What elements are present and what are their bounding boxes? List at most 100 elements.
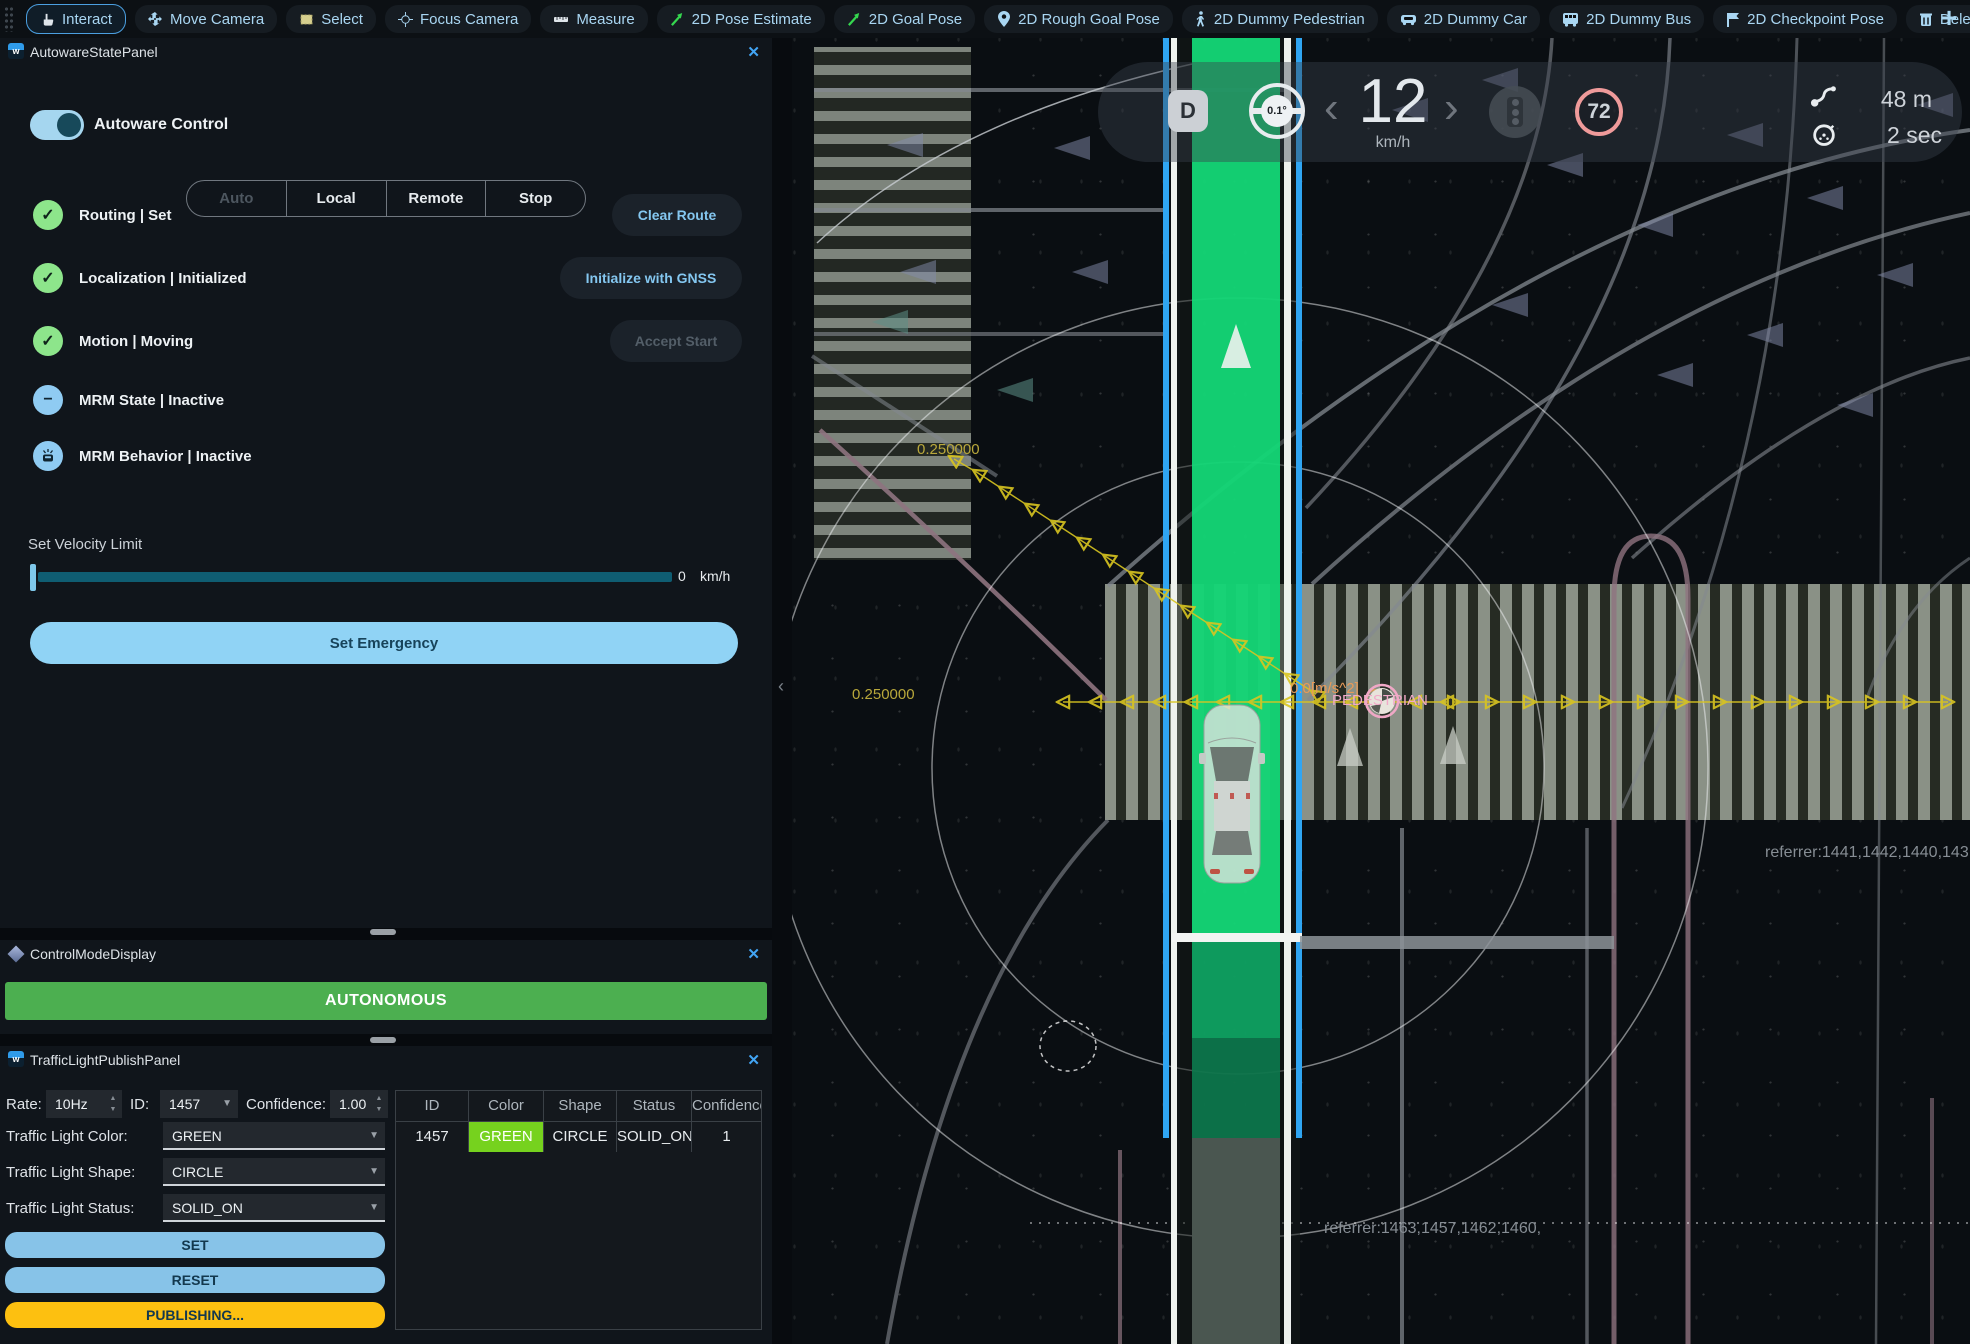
accept-start-button[interactable]: Accept Start: [610, 320, 742, 362]
tool-interact[interactable]: Interact: [26, 4, 126, 34]
id-combobox[interactable]: 1457▼: [160, 1090, 238, 1118]
mode-stop[interactable]: Stop: [485, 181, 585, 216]
autoware-control-toggle[interactable]: [30, 110, 84, 140]
dashed-marker-ellipse: [1040, 1021, 1096, 1071]
speed-limit-sign: 72: [1575, 88, 1623, 136]
rate-spinbox[interactable]: 10Hz▲▼: [46, 1090, 122, 1118]
operation-mode-group: Auto Local Remote Stop: [186, 180, 586, 217]
table-row[interactable]: 1457 GREEN CIRCLE SOLID_ON 1: [396, 1122, 761, 1152]
tool-label: 2D Dummy Pedestrian: [1214, 11, 1365, 28]
referrer-label: referrer:1441,1442,1440,143: [1765, 844, 1969, 862]
spin-arrows-icon[interactable]: ▲▼: [373, 1093, 385, 1115]
pose-arrow-icon: [847, 12, 862, 27]
collapse-panel-icon[interactable]: ‹: [778, 676, 784, 697]
initialize-with-gnss-button[interactable]: Initialize with GNSS: [560, 257, 742, 299]
tool-2d-rough-goal-pose[interactable]: 2D Rough Goal Pose: [984, 5, 1173, 33]
tool-2d-dummy-car[interactable]: 2D Dummy Car: [1387, 5, 1540, 33]
object-class-label: PEDESTRIAN: [1332, 692, 1428, 709]
traffic-status-label: Traffic Light Status:: [6, 1200, 134, 1217]
traffic-color-dropdown[interactable]: GREEN▼: [163, 1122, 385, 1150]
check-icon: ✓: [33, 263, 63, 293]
add-tool-button[interactable]: +: [1934, 2, 1964, 34]
panel-header: w TrafficLightPublishPanel ✕: [0, 1046, 772, 1074]
chevron-right-icon: ›: [1444, 86, 1459, 130]
table-header-row: ID Color Shape Status Confidence: [396, 1091, 761, 1122]
spin-arrows-icon[interactable]: ▲▼: [107, 1093, 119, 1115]
status-motion: ✓ Motion | Moving: [33, 326, 193, 356]
steering-angle: 0.1°: [1261, 95, 1293, 127]
status-mrm-state: − MRM State | Inactive: [33, 385, 224, 415]
toolbar-grip[interactable]: [4, 6, 14, 32]
confidence-label: Confidence:: [246, 1096, 326, 1113]
mode-auto[interactable]: Auto: [187, 181, 286, 216]
rate-label: Rate:: [6, 1096, 42, 1113]
control-mode-badge: AUTONOMOUS: [5, 982, 767, 1020]
id-label: ID:: [130, 1096, 149, 1113]
chevron-down-icon: ▼: [369, 1194, 379, 1222]
crosswalk-vertical: [814, 47, 971, 560]
gear-indicator: D: [1168, 90, 1208, 132]
road-boundary-lines: [820, 430, 1932, 1344]
emergency-car-icon: [33, 441, 63, 471]
tool-2d-dummy-pedestrian[interactable]: 2D Dummy Pedestrian: [1182, 5, 1378, 33]
bus-icon: [1562, 12, 1579, 27]
autoware-control-label: Autoware Control: [94, 116, 228, 134]
tool-2d-dummy-bus[interactable]: 2D Dummy Bus: [1549, 5, 1704, 33]
selection-box-icon: [299, 12, 314, 27]
tool-move-camera[interactable]: Move Camera: [135, 5, 277, 33]
toolbar: Interact Move Camera Select Focus Camera…: [0, 0, 1970, 38]
referrer-label: referrer:1463,1457,1462,1460,: [1324, 1220, 1541, 1238]
set-button[interactable]: SET: [5, 1232, 385, 1258]
panel-resize-handle[interactable]: [370, 1037, 396, 1043]
velocity-slider-track[interactable]: [38, 572, 672, 582]
publishing-button[interactable]: PUBLISHING...: [5, 1302, 385, 1328]
scene-canvas: [792, 38, 1970, 1344]
3d-viewport[interactable]: 0.250000 0.250000 0.0[m/s^2] PEDESTRIAN …: [792, 38, 1970, 1344]
reset-button[interactable]: RESET: [5, 1267, 385, 1293]
mode-remote[interactable]: Remote: [386, 181, 486, 216]
tool-label: 2D Checkpoint Pose: [1747, 11, 1884, 28]
pedestrian-icon: [1195, 11, 1207, 27]
cost-label: 0.250000: [852, 686, 915, 703]
traffic-light-table: ID Color Shape Status Confidence 1457 GR…: [395, 1090, 762, 1330]
tool-focus-camera[interactable]: Focus Camera: [385, 5, 531, 33]
map-pin-icon: [997, 11, 1011, 27]
minus-icon: −: [33, 385, 63, 415]
velocity-slider-handle[interactable]: [30, 564, 36, 591]
trash-icon: [1919, 12, 1933, 27]
tool-select[interactable]: Select: [286, 5, 376, 33]
traffic-status-dropdown[interactable]: SOLID_ON▼: [163, 1194, 385, 1222]
tool-label: 2D Goal Pose: [869, 11, 962, 28]
rviz-window: Interact Move Camera Select Focus Camera…: [0, 0, 1970, 1344]
time-gap: 2 sec: [1812, 122, 1942, 149]
tool-measure[interactable]: Measure: [540, 5, 647, 33]
close-icon[interactable]: ✕: [747, 945, 760, 963]
traffic-shape-dropdown[interactable]: CIRCLE▼: [163, 1158, 385, 1186]
mode-local[interactable]: Local: [286, 181, 386, 216]
close-icon[interactable]: ✕: [747, 43, 760, 61]
flag-icon: [1726, 12, 1740, 27]
traffic-light-indicator: [1489, 86, 1541, 138]
close-icon[interactable]: ✕: [747, 1051, 760, 1069]
ruler-icon: [553, 12, 569, 26]
traffic-light-panel: w TrafficLightPublishPanel ✕ Rate: 10Hz▲…: [0, 1046, 772, 1344]
set-emergency-button[interactable]: Set Emergency: [30, 622, 738, 664]
focus-crosshair-icon: [398, 12, 413, 27]
traffic-light-icon: [1507, 97, 1523, 127]
velocity-limit-label: Set Velocity Limit: [28, 536, 142, 553]
remaining-distance: 48 m: [1812, 86, 1932, 113]
clear-route-button[interactable]: Clear Route: [612, 194, 742, 236]
ego-vehicle: [1199, 705, 1265, 883]
confidence-spinbox[interactable]: 1.00▲▼: [330, 1090, 388, 1118]
toggle-knob: [57, 113, 81, 137]
tool-label: Focus Camera: [420, 11, 518, 28]
chevron-left-icon: ‹: [1324, 86, 1339, 130]
tool-2d-goal-pose[interactable]: 2D Goal Pose: [834, 5, 975, 33]
tool-label: 2D Dummy Car: [1424, 11, 1527, 28]
tool-2d-pose-estimate[interactable]: 2D Pose Estimate: [657, 5, 825, 33]
tool-2d-checkpoint-pose[interactable]: 2D Checkpoint Pose: [1713, 5, 1897, 33]
speed-unit: km/h: [1348, 134, 1438, 152]
panel-resize-handle[interactable]: [370, 929, 396, 935]
check-icon: ✓: [33, 200, 63, 230]
traffic-color-label: Traffic Light Color:: [6, 1128, 128, 1145]
